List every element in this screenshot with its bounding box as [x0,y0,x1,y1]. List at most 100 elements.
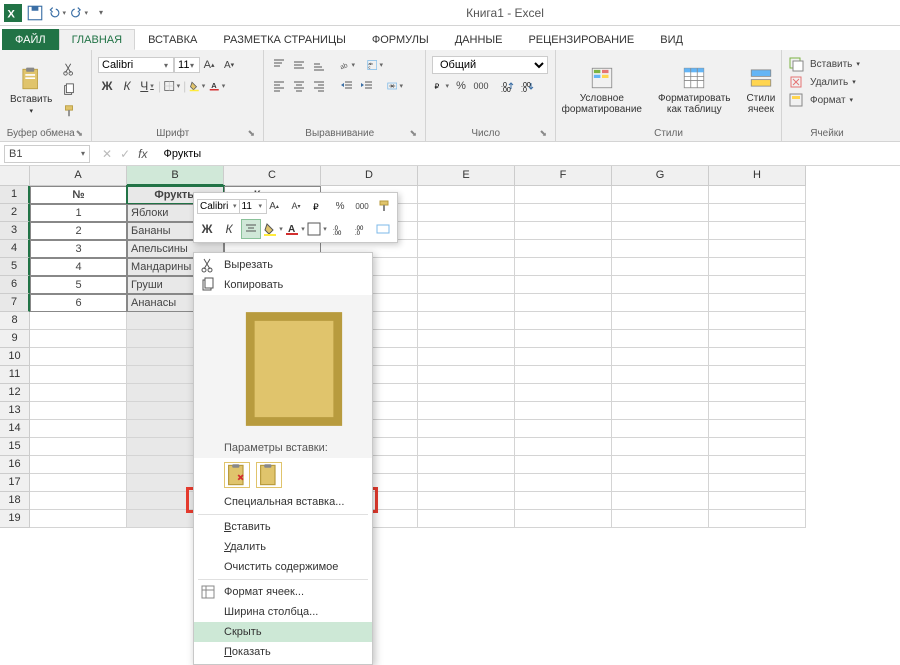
shrink-font-icon[interactable]: A▾ [220,56,238,74]
grow-font-icon[interactable]: A▴ [200,56,218,74]
cell[interactable] [418,384,515,402]
mini-increase-decimal-icon[interactable]: .0.00 [329,219,349,239]
format-cells-button[interactable]: Формат▾ [788,92,853,108]
tab-home[interactable]: ГЛАВНАЯ [59,29,135,50]
undo-icon[interactable] [48,4,66,22]
tab-insert[interactable]: ВСТАВКА [135,29,210,50]
cell[interactable] [30,510,127,528]
row-header[interactable]: 16 [0,456,30,474]
row-header[interactable]: 12 [0,384,30,402]
tab-formulas[interactable]: ФОРМУЛЫ [359,29,442,50]
cell-styles-button[interactable]: Стили ячеек [743,63,780,117]
cell[interactable] [515,330,612,348]
insert-cells-button[interactable]: Вставить▾ [788,56,860,72]
cell[interactable] [515,240,612,258]
alignment-launcher[interactable]: ⬊ [409,128,417,139]
cell[interactable] [30,366,127,384]
cell[interactable] [709,492,806,510]
italic-button[interactable]: К [118,77,136,95]
cell[interactable] [30,330,127,348]
cell[interactable] [709,294,806,312]
cell[interactable] [612,456,709,474]
save-icon[interactable] [26,4,44,22]
ctx-insert[interactable]: Вставить [194,517,372,537]
cell[interactable]: 1 [30,204,127,222]
qat-customize-icon[interactable]: ▾ [92,4,110,22]
row-header[interactable]: 15 [0,438,30,456]
row-header[interactable]: 14 [0,420,30,438]
cell[interactable] [709,420,806,438]
ctx-clear-contents[interactable]: Очистить содержимое [194,557,372,577]
mini-percent-icon[interactable]: % [330,196,350,216]
cell[interactable] [418,222,515,240]
row-header[interactable]: 8 [0,312,30,330]
cell[interactable] [418,186,515,204]
cell[interactable] [515,438,612,456]
cell[interactable] [612,276,709,294]
cell[interactable] [515,312,612,330]
column-header-H[interactable]: H [709,166,806,186]
align-middle-icon[interactable] [290,56,308,74]
format-painter-icon[interactable] [60,102,78,120]
cell[interactable] [709,438,806,456]
cell[interactable] [515,204,612,222]
column-header-E[interactable]: E [418,166,515,186]
cell[interactable] [612,186,709,204]
formula-input[interactable] [157,146,900,162]
paste-option-all-icon[interactable] [224,462,250,488]
cell[interactable] [515,348,612,366]
row-header[interactable]: 4 [0,240,30,258]
ctx-column-width[interactable]: Ширина столбца... [194,602,372,622]
row-header[interactable]: 1 [0,186,30,204]
comma-format-icon[interactable]: 000 [472,77,490,95]
cell[interactable] [418,276,515,294]
column-header-B[interactable]: B [127,166,224,186]
cell[interactable] [515,510,612,528]
cell[interactable] [709,222,806,240]
ctx-delete[interactable]: Удалить [194,537,372,557]
cell[interactable] [418,510,515,528]
column-header-D[interactable]: D [321,166,418,186]
mini-accounting-icon[interactable]: ₽ [308,196,328,216]
cell[interactable] [418,366,515,384]
mini-align-center-icon[interactable] [241,219,261,239]
cell[interactable] [709,186,806,204]
cell[interactable] [418,294,515,312]
cell[interactable] [709,402,806,420]
tab-data[interactable]: ДАННЫЕ [442,29,516,50]
paste-button[interactable]: Вставить ▾ [6,64,56,117]
mini-fill-color-icon[interactable] [263,219,283,239]
tab-page-layout[interactable]: РАЗМЕТКА СТРАНИЦЫ [210,29,358,50]
cell[interactable] [612,492,709,510]
cell[interactable] [515,456,612,474]
align-left-icon[interactable] [270,77,288,95]
align-center-icon[interactable] [290,77,308,95]
cell[interactable] [515,474,612,492]
cell[interactable] [709,366,806,384]
cell[interactable] [515,366,612,384]
row-header[interactable]: 3 [0,222,30,240]
ctx-hide[interactable]: Скрыть [194,622,372,642]
row-header[interactable]: 17 [0,474,30,492]
decrease-decimal-icon[interactable]: .00.0 [518,77,536,95]
cell[interactable] [30,456,127,474]
cell[interactable] [418,420,515,438]
cell[interactable] [515,420,612,438]
cell[interactable]: 3 [30,240,127,258]
column-header-C[interactable]: C [224,166,321,186]
font-size-input[interactable] [174,57,200,73]
format-as-table-button[interactable]: Форматировать как таблицу [654,63,735,117]
cell[interactable] [30,474,127,492]
enter-formula-icon[interactable]: ✓ [120,147,130,161]
underline-button[interactable]: Ч [138,77,156,95]
cell[interactable] [418,438,515,456]
row-header[interactable]: 10 [0,348,30,366]
cell[interactable] [709,204,806,222]
mini-comma-icon[interactable]: 000 [352,196,372,216]
tab-review[interactable]: РЕЦЕНЗИРОВАНИЕ [515,29,647,50]
tab-file[interactable]: ФАЙЛ [2,29,59,50]
cell[interactable] [418,456,515,474]
number-format-select[interactable]: Общий [432,56,548,74]
mini-grow-font-icon[interactable]: A▴ [264,196,284,216]
row-header[interactable]: 13 [0,402,30,420]
